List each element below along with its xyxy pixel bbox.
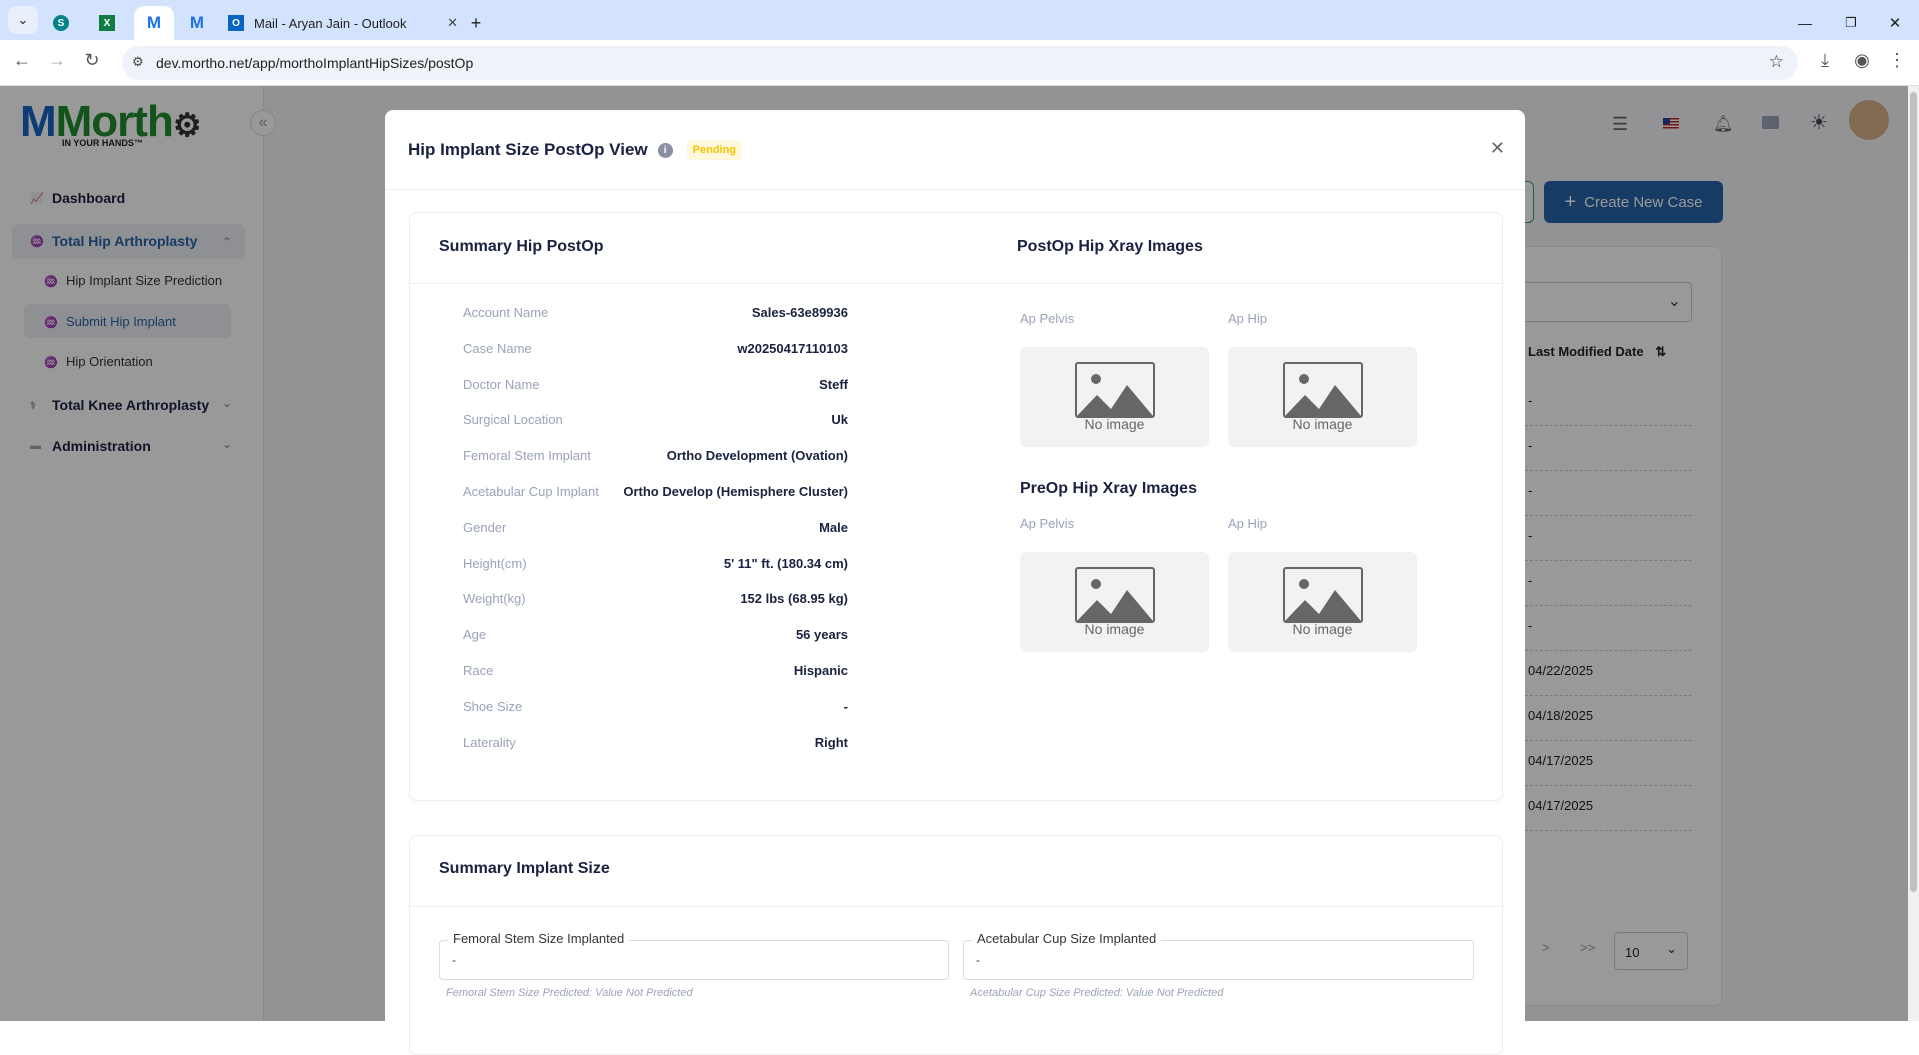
image-placeholder-icon	[1074, 362, 1155, 418]
no-image-text: No image	[1084, 416, 1145, 432]
summary-value: Ortho Development (Ovation)	[666, 448, 848, 464]
reload-icon[interactable]: ↻	[80, 50, 104, 71]
download-icon[interactable]: ⤓	[1813, 50, 1837, 71]
summary-value: w20250417110103	[737, 340, 848, 356]
preop-ap-pelvis-image[interactable]: No image	[1020, 552, 1209, 652]
no-image-text: No image	[1292, 416, 1353, 432]
close-window-icon[interactable]: ✕	[1882, 6, 1908, 40]
browser-tab-bar: ⌄ S X M M O Mail - Aryan Jain - Outlook …	[0, 0, 1919, 40]
postop-images-title: PostOp Hip Xray Images	[1017, 238, 1203, 255]
summary-value: Ortho Develop (Hemisphere Cluster)	[623, 484, 848, 499]
tab-sharepoint[interactable]: S	[46, 6, 76, 40]
summary-value: Male	[819, 519, 848, 535]
tab-outlook[interactable]: O Mail - Aryan Jain - Outlook ✕	[228, 6, 458, 40]
tab-mortho[interactable]: M	[180, 6, 214, 40]
profile-icon[interactable]: ◉	[1850, 50, 1874, 71]
preop-ap-hip-label: Ap Hip	[1228, 516, 1268, 531]
image-placeholder-icon	[1074, 567, 1155, 623]
tab-title: Mail - Aryan Jain - Outlook	[254, 15, 407, 31]
postop-ap-pelvis-label: Ap Pelvis	[1020, 311, 1075, 326]
summary-value: Right	[814, 734, 848, 750]
mortho-icon: M	[146, 13, 162, 32]
tab-search-button[interactable]: ⌄	[8, 6, 38, 34]
summary-card: Summary Hip PostOp PostOp Hip Xray Image…	[409, 212, 1503, 801]
postop-view-modal: Hip Implant Size PostOp View i Pending ✕…	[385, 110, 1525, 1055]
header-divider	[385, 189, 1525, 190]
postop-ap-hip-label: Ap Hip	[1228, 311, 1268, 326]
new-tab-button[interactable]: +	[466, 6, 486, 40]
summary-value: Hispanic	[793, 663, 848, 678]
forward-icon[interactable]: →	[45, 50, 69, 71]
close-tab-icon[interactable]: ✕	[447, 15, 458, 31]
femoral-stem-help-text: Femoral Stem Size Predicted: Value Not P…	[446, 987, 693, 999]
chevron-down-icon: ⌄	[17, 12, 29, 27]
summary-value: Steff	[819, 376, 848, 392]
card-divider	[410, 283, 1502, 284]
image-placeholder-icon	[1282, 362, 1363, 418]
field-label: Acetabular Cup Size Implanted	[972, 931, 1162, 946]
back-icon[interactable]: ←	[10, 50, 34, 71]
summary-value: Sales-63e89936	[751, 305, 848, 320]
no-image-text: No image	[1292, 621, 1353, 637]
postop-ap-pelvis-image[interactable]: No image	[1020, 347, 1209, 447]
acetabular-cup-help-text: Acetabular Cup Size Predicted: Value Not…	[970, 987, 1224, 999]
field-value: -	[452, 953, 456, 967]
card-divider	[410, 906, 1502, 907]
minimize-icon[interactable]: —	[1792, 6, 1818, 40]
mortho-icon: M	[189, 13, 205, 32]
url-text: dev.mortho.net/app/morthoImplantHipSizes…	[156, 55, 474, 71]
summary-value: 5' 11" ft. (180.34 cm)	[723, 555, 848, 571]
sharepoint-icon: S	[53, 15, 69, 31]
preop-ap-pelvis-label: Ap Pelvis	[1020, 516, 1075, 531]
preop-images-title: PreOp Hip Xray Images	[1020, 480, 1197, 497]
summary-value: Uk	[831, 412, 848, 428]
summary-title: Summary Hip PostOp	[439, 238, 604, 255]
info-icon[interactable]: i	[657, 142, 673, 158]
modal-title: Hip Implant Size PostOp View	[408, 140, 648, 159]
menu-kebab-icon[interactable]: ⋮	[1885, 50, 1909, 71]
outlook-icon: O	[228, 15, 244, 31]
field-label: Femoral Stem Size Implanted	[448, 931, 630, 946]
status-badge: Pending	[686, 140, 743, 160]
excel-icon: X	[99, 15, 115, 31]
femoral-stem-size-field[interactable]: Femoral Stem Size Implanted -	[439, 931, 949, 980]
modal-header: Hip Implant Size PostOp View i Pending	[408, 140, 743, 160]
image-placeholder-icon	[1282, 567, 1363, 623]
url-input[interactable]: ⚙ dev.mortho.net/app/morthoImplantHipSiz…	[122, 46, 1798, 80]
restore-icon[interactable]: ❐	[1838, 6, 1864, 40]
implant-title: Summary Implant Size	[439, 860, 610, 877]
summary-value: -	[843, 698, 848, 714]
close-modal-button[interactable]: ✕	[1490, 138, 1505, 159]
summary-value: 56 years	[795, 627, 848, 643]
address-bar-row: ← → ↻ ⚙ dev.mortho.net/app/morthoImplant…	[0, 40, 1919, 86]
bookmark-star-icon[interactable]: ☆	[1769, 52, 1784, 72]
implant-size-card: Summary Implant Size Femoral Stem Size I…	[409, 835, 1503, 1055]
site-settings-icon[interactable]: ⚙	[132, 54, 144, 70]
field-value: -	[976, 953, 980, 967]
acetabular-cup-size-field[interactable]: Acetabular Cup Size Implanted -	[963, 931, 1474, 980]
no-image-text: No image	[1084, 621, 1145, 637]
tab-mortho-active[interactable]: M	[134, 6, 174, 40]
tab-excel[interactable]: X	[92, 6, 122, 40]
scrollbar[interactable]	[1908, 86, 1919, 1021]
summary-value: 152 lbs (68.95 kg)	[740, 591, 848, 607]
preop-ap-hip-image[interactable]: No image	[1228, 552, 1417, 652]
postop-ap-hip-image[interactable]: No image	[1228, 347, 1417, 447]
